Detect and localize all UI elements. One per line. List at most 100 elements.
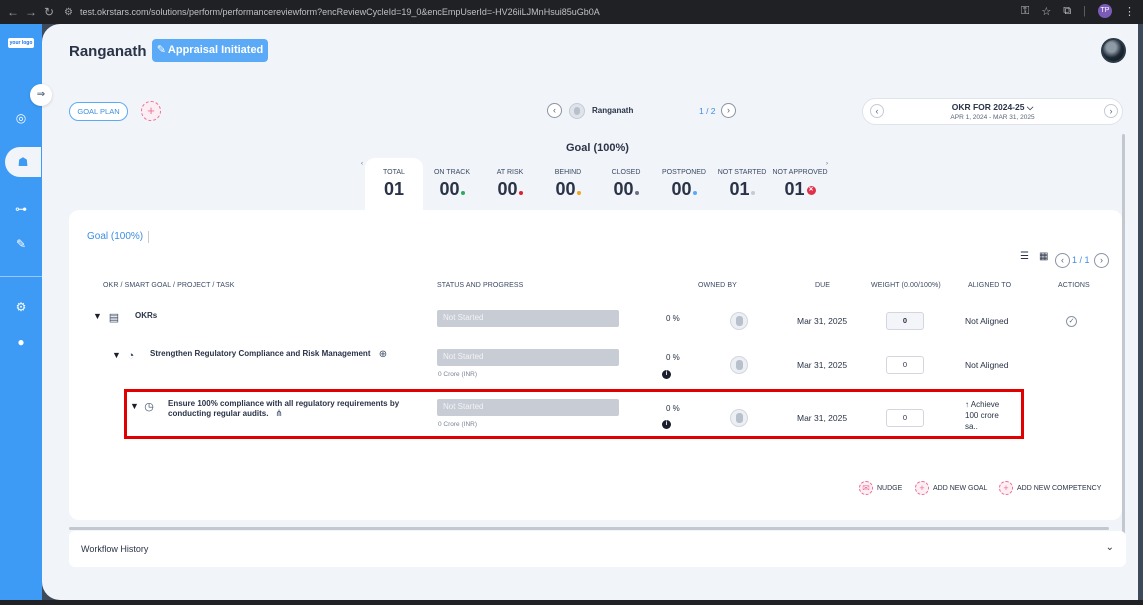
target-icon[interactable]: ◎	[13, 110, 29, 126]
password-key-icon[interactable]: ⚿	[1021, 5, 1029, 18]
address-bar[interactable]: test.okrstars.com/solutions/perform/perf…	[80, 7, 600, 17]
stat-not-approved[interactable]: NOT APPROVED 01 ✕	[771, 158, 829, 210]
chevron-down-icon: ⌵	[1026, 102, 1034, 112]
vertical-scrollbar[interactable]	[1122, 134, 1125, 534]
col-actions: ACTIONS	[1058, 282, 1090, 289]
progress-bar: Not Started	[437, 349, 619, 366]
chevron-down-icon[interactable]: ⌄	[1106, 542, 1114, 553]
stat-behind[interactable]: BEHIND 00	[539, 158, 597, 210]
stat-label: POSTPONED	[662, 169, 706, 176]
bookmark-star-icon[interactable]: ☆	[1041, 5, 1051, 18]
stat-at-risk[interactable]: AT RISK 00	[481, 158, 539, 210]
status-dot-icon	[750, 191, 755, 195]
prev-employee-icon[interactable]: ‹	[547, 103, 562, 118]
stats-bar: TOTAL 01 ON TRACK 00 AT RISK 00 BEHIND 0…	[365, 158, 829, 210]
aligned-to: Not Aligned	[965, 360, 1009, 370]
reload-icon[interactable]: ↻	[40, 5, 58, 19]
employee-nav-name: Ranganath	[592, 106, 634, 115]
weight-field[interactable]: 0	[886, 356, 924, 374]
status-dot-icon	[576, 191, 581, 195]
hierarchy-icon[interactable]: ⊶	[13, 201, 29, 217]
status-dot-icon	[634, 191, 639, 195]
stat-value: 00	[613, 179, 634, 199]
next-page-icon[interactable]: ›	[1094, 253, 1109, 268]
divider: |	[1083, 5, 1086, 17]
globe-icon: ⊕	[378, 349, 388, 360]
stat-label: CLOSED	[611, 169, 641, 176]
nudge-label: NUDGE	[877, 484, 903, 492]
sidebar: your logo ◎ ☗ ⊶ ✎ ⚙ ●	[0, 24, 42, 605]
stat-on-track[interactable]: ON TRACK 00	[423, 158, 481, 210]
stats-scroll-left-icon[interactable]: ‹	[361, 161, 363, 167]
goal-plan-button[interactable]: GOAL PLAN	[69, 102, 128, 121]
col-aligned-to: ALIGNED TO	[968, 282, 1012, 289]
status-badge: ✎ Appraisal Initiated	[152, 39, 268, 62]
stat-not-started[interactable]: NOT STARTED 01	[713, 158, 771, 210]
owner-avatar[interactable]	[730, 312, 748, 330]
sidebar-divider	[0, 276, 42, 277]
status-text: Not Started	[443, 352, 484, 361]
stat-postponed[interactable]: POSTPONED 00	[655, 158, 713, 210]
progress-percent: 0 %	[666, 314, 680, 323]
add-new-competency-button[interactable]: + ADD NEW COMPETENCY	[999, 481, 1101, 495]
info-icon[interactable]: i	[662, 370, 671, 379]
add-competency-label: ADD NEW COMPETENCY	[1017, 484, 1102, 492]
form-edit-icon[interactable]: ✎	[13, 236, 29, 252]
nudge-button[interactable]: ✉ NUDGE	[859, 481, 902, 495]
expand-caret-icon[interactable]: ▼	[112, 350, 121, 360]
stat-label: NOT STARTED	[717, 169, 767, 176]
owner-avatar[interactable]	[730, 356, 748, 374]
progress-bar: Not Started	[437, 310, 619, 327]
expand-caret-icon[interactable]: ▼	[93, 311, 102, 321]
okr-document-icon: ▤	[108, 312, 120, 324]
settings-gear-icon[interactable]: ⚙	[13, 299, 29, 315]
status-label: Appraisal Initiated	[167, 44, 264, 56]
next-period-icon[interactable]: ›	[1104, 104, 1118, 118]
col-status: STATUS AND PROGRESS	[437, 282, 524, 289]
status-dot-icon	[460, 191, 465, 195]
check-circle-icon[interactable]: ✓	[1066, 316, 1077, 327]
row-title[interactable]: Strengthen Regulatory Compliance and Ris…	[150, 349, 370, 358]
user-icon[interactable]: ●	[13, 334, 29, 350]
stat-value: 01	[383, 179, 405, 199]
next-employee-icon[interactable]: ›	[721, 103, 736, 118]
period-title: OKR FOR 2024-25 ⌵	[863, 102, 1122, 113]
horizontal-scrollbar[interactable]	[69, 527, 1109, 530]
not-approved-x-icon: ✕	[806, 185, 816, 195]
employee-count: 1 / 2	[699, 106, 716, 116]
stat-value: 00	[671, 179, 692, 199]
logo: your logo	[8, 38, 34, 48]
row-title[interactable]: OKRs	[135, 311, 157, 320]
aligned-to: Not Aligned	[965, 316, 1009, 326]
stat-total[interactable]: TOTAL 01	[365, 158, 423, 210]
back-icon[interactable]: ←	[4, 5, 22, 19]
grid-view-icon[interactable]: ▦	[1039, 252, 1049, 262]
stat-label: BEHIND	[554, 169, 582, 176]
profile-icon[interactable]: TP	[1098, 4, 1112, 18]
list-view-icon[interactable]: ☰	[1020, 252, 1030, 262]
edit-pencil-icon: ✎	[156, 44, 166, 56]
period-selector[interactable]: ‹ OKR FOR 2024-25 ⌵ APR 1, 2024 - MAR 31…	[862, 98, 1123, 125]
col-owned-by: OWNED BY	[698, 282, 737, 289]
stat-label: ON TRACK	[433, 169, 471, 176]
menu-kebab-icon[interactable]: ⋮	[1124, 5, 1135, 18]
stat-closed[interactable]: CLOSED 00	[597, 158, 655, 210]
page-title: Ranganath	[69, 43, 147, 60]
prev-page-icon[interactable]: ‹	[1055, 253, 1070, 268]
period-dates: APR 1, 2024 - MAR 31, 2025	[950, 114, 1035, 121]
weight-field[interactable]: 0	[886, 312, 924, 330]
user-avatar[interactable]	[1101, 38, 1126, 63]
sidebar-toggle-icon[interactable]: ⇒	[30, 84, 52, 106]
tab-divider	[148, 231, 149, 243]
add-goal-plan-icon[interactable]: +	[141, 101, 161, 121]
employee-avatar	[569, 103, 585, 119]
currency-value: 0 Crore (INR)	[438, 371, 478, 378]
tab-goal[interactable]: Goal (100%)	[87, 231, 143, 242]
site-info-icon[interactable]: ⚙	[64, 7, 76, 18]
forward-icon[interactable]: →	[22, 5, 40, 19]
extensions-icon[interactable]: ⧉	[1063, 5, 1071, 18]
goal-summary-heading: Goal (100%)	[566, 142, 629, 154]
workflow-history-panel[interactable]: Workflow History ⌄	[69, 531, 1126, 567]
team-icon[interactable]: ☗	[5, 147, 41, 177]
add-new-goal-button[interactable]: + ADD NEW GOAL	[915, 481, 987, 495]
